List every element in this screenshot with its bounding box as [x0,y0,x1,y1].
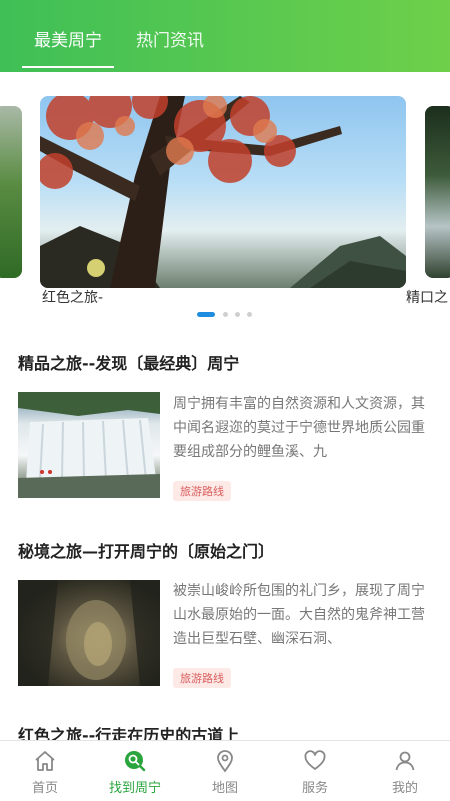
carousel-main-caption: 红色之旅- [42,290,104,306]
category-tag: 旅游路线 [173,481,231,501]
find-icon [125,751,146,772]
carousel-main-slide[interactable] [40,96,406,288]
person-icon [395,751,415,771]
carousel-dot[interactable] [235,312,240,317]
home-icon [35,751,55,771]
nav-mine-label: 我的 [391,781,418,796]
nav-map-label: 地图 [211,781,238,796]
waterfall-thumbnail[interactable] [18,392,160,498]
top-header: 最美周宁 热门资讯 [0,0,450,72]
carousel-dot[interactable] [223,312,228,317]
bottom-navigation-bar: 首页 找到周宁 地图 服务 我的 [0,740,450,801]
tab-most-beautiful-zhouning[interactable]: 最美周宁 [34,26,102,51]
tab-hot-news[interactable]: 热门资讯 [136,26,204,51]
carousel-dot-active[interactable] [197,312,215,317]
carousel-dot[interactable] [247,312,252,317]
waterfall-photo [18,392,160,498]
carousel-next-slide[interactable] [425,106,450,278]
article-description: 周宁拥有丰富的自然资源和人文资源，其中闻名遐迩的莫过于宁德世界地质公园重要组成部… [173,396,425,460]
autumn-tree-photo [40,96,406,288]
nav-service-label: 服务 [301,781,328,796]
article-title[interactable]: 精品之旅--发现〔最经典〕周宁 [18,350,438,374]
heart-icon [304,750,326,770]
nav-home[interactable]: 首页 [0,741,90,801]
cave-thumbnail[interactable] [18,580,160,686]
carousel-next-caption: 精口之 [406,290,448,306]
cave-photo [18,580,160,686]
nav-map[interactable]: 地图 [180,741,270,801]
category-tag: 旅游路线 [173,668,231,688]
nav-find-label: 找到周宁 [108,781,161,796]
article-description: 被崇山峻岭所包围的礼门乡，展现了周宁山水最原始的一面。大自然的鬼斧神工营造出巨型… [173,583,425,647]
nav-mine[interactable]: 我的 [360,741,450,801]
article-title[interactable]: 秘境之旅—打开周宁的〔原始之门〕 [18,538,438,562]
nav-service[interactable]: 服务 [270,741,360,801]
carousel-prev-slide[interactable] [0,106,22,278]
map-pin-icon [217,750,233,773]
nav-home-label: 首页 [31,781,58,796]
nav-find-zhouning[interactable]: 找到周宁 [90,741,180,801]
active-tab-indicator [22,66,114,68]
banner-carousel[interactable]: 红色之旅- 精口之 [0,72,450,332]
